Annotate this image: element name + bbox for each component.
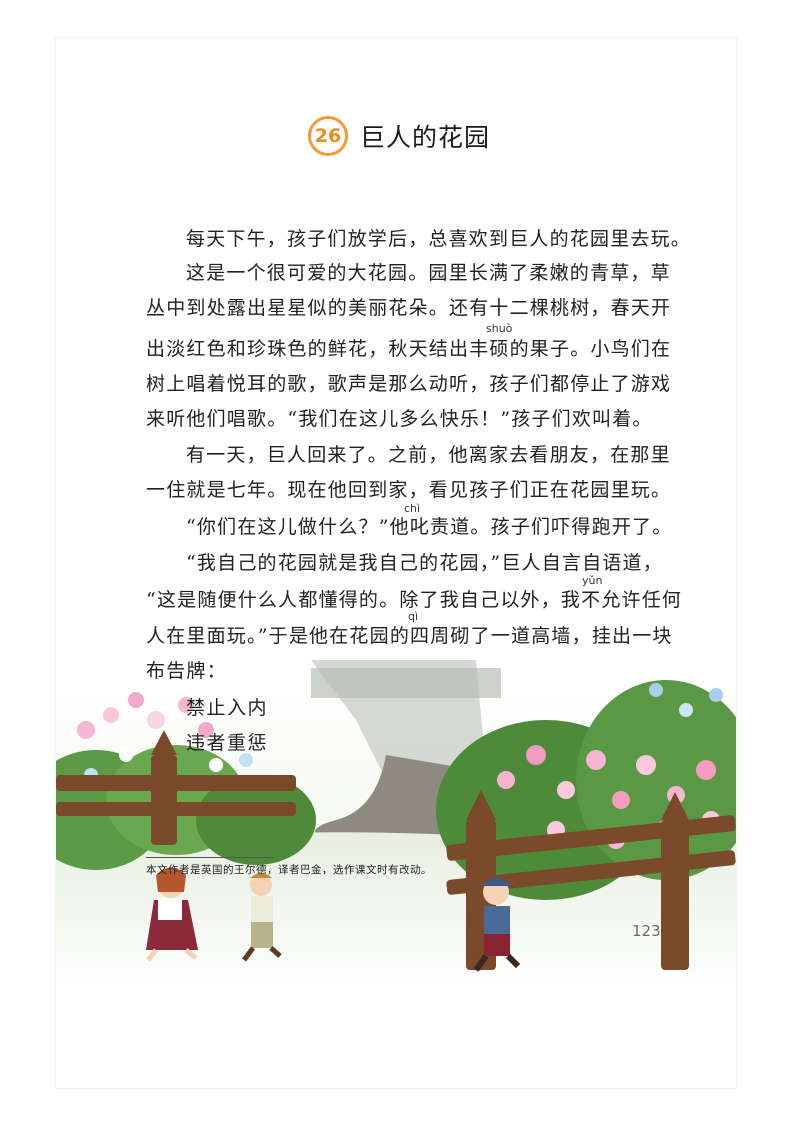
notice-board-line-2: 违者重惩 [186,732,269,754]
paragraph-line: 人在里面玩。”于是他在花园的四周砌了一道高墙，挂出一块 [146,625,673,647]
paragraph-line: 布告牌： [146,660,227,682]
paragraph-line: 每天下午，孩子们放学后，总喜欢到巨人的花园里去玩。 [186,228,692,250]
page-number: 123 [632,922,661,940]
paragraph-line: 丛中到处露出星星似的美丽花朵。还有十二棵桃树，春天开 [146,297,672,319]
paragraph-line: “你们在这儿做什么？”他叱责道。孩子们吓得跑开了。 [186,516,673,538]
paragraph-line: 来听他们唱歌。“我们在这儿多么快乐！”孩子们欢叫着。 [146,408,653,430]
paragraph-line: 树上唱着悦耳的歌，歌声是那么动听，孩子们都停止了游戏 [146,373,672,395]
paragraph-line: 一住就是七年。现在他回到家，看见孩子们正在花园里玩。 [146,479,672,501]
footnote: 本文作者是英国的王尔德，译者巴金，选作课文时有改动。 [146,864,432,876]
garden-illustration [56,660,736,990]
lesson-title: 巨人的花园 [360,123,491,152]
lesson-title-row: 26 巨人的花园 [308,112,490,160]
footnote-divider [146,857,274,858]
paragraph-line: “我自己的花园就是我自己的花园，”巨人自言自语道， [186,552,663,574]
paragraph-line: 有一天，巨人回来了。之前，他离家去看朋友，在那里 [186,444,671,466]
notice-board-line-1: 禁止入内 [186,697,269,719]
lesson-number-badge: 26 [308,116,348,156]
paragraph-line: 这是一个很可爱的大花园。园里长满了柔嫩的青草，草 [186,262,671,284]
paragraph-line: 出淡红色和珍珠色的鲜花，秋天结出丰硕的果子。小鸟们在 [146,338,672,360]
